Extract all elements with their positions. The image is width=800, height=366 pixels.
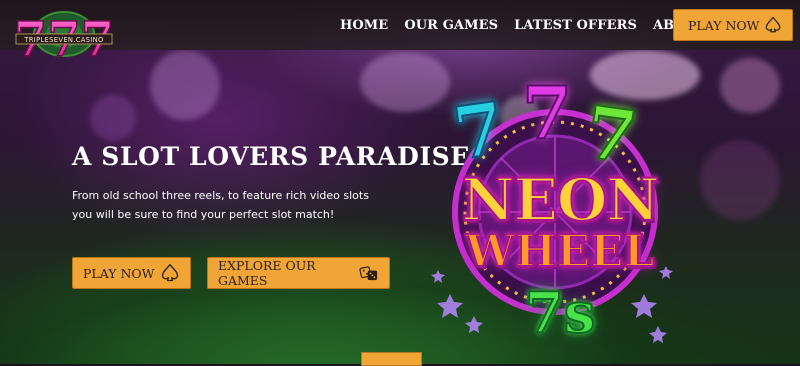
- spade-icon: [765, 16, 781, 33]
- bokeh-light: [90, 95, 136, 141]
- logo-word-wheel: WHEEL: [465, 225, 656, 278]
- explore-games-button[interactable]: EXPLORE OUR GAMES: [207, 257, 390, 289]
- nav-play-now-button[interactable]: PLAY NOW: [673, 9, 793, 41]
- logo-word-7s: 7s: [524, 279, 597, 347]
- neon-wheel-7s-logo[interactable]: 7 7 7 NEON WHEEL 7s: [430, 69, 680, 364]
- hero-play-now-label: PLAY NOW: [83, 265, 155, 281]
- bokeh-light: [150, 50, 220, 120]
- dice-icon: [358, 266, 377, 281]
- bokeh-light: [720, 58, 780, 113]
- hero-play-now-button[interactable]: PLAY NOW: [72, 257, 191, 289]
- nav-link-latest-offers[interactable]: LATEST OFFERS: [514, 18, 637, 33]
- brand-logo[interactable]: 777 TRIPLESEVEN.CASINO: [6, 4, 122, 70]
- hero-title: A SLOT LOVERS PARADISE: [72, 142, 470, 171]
- nav-link-our-games[interactable]: OUR GAMES: [404, 18, 498, 33]
- logo-word-neon: NEON: [461, 165, 661, 235]
- explore-games-label: EXPLORE OUR GAMES: [218, 258, 316, 288]
- nav-play-now-label: PLAY NOW: [688, 17, 760, 33]
- logo-seven-magenta: 7: [521, 69, 573, 156]
- nav-link-home[interactable]: HOME: [340, 18, 388, 33]
- hero-subtitle: From old school three reels, to feature …: [72, 189, 369, 221]
- spade-icon: [161, 264, 179, 282]
- logo-subtext: TRIPLESEVEN.CASINO: [23, 36, 103, 44]
- top-navbar: 777 TRIPLESEVEN.CASINO HOME OUR GAMES LA…: [0, 0, 800, 69]
